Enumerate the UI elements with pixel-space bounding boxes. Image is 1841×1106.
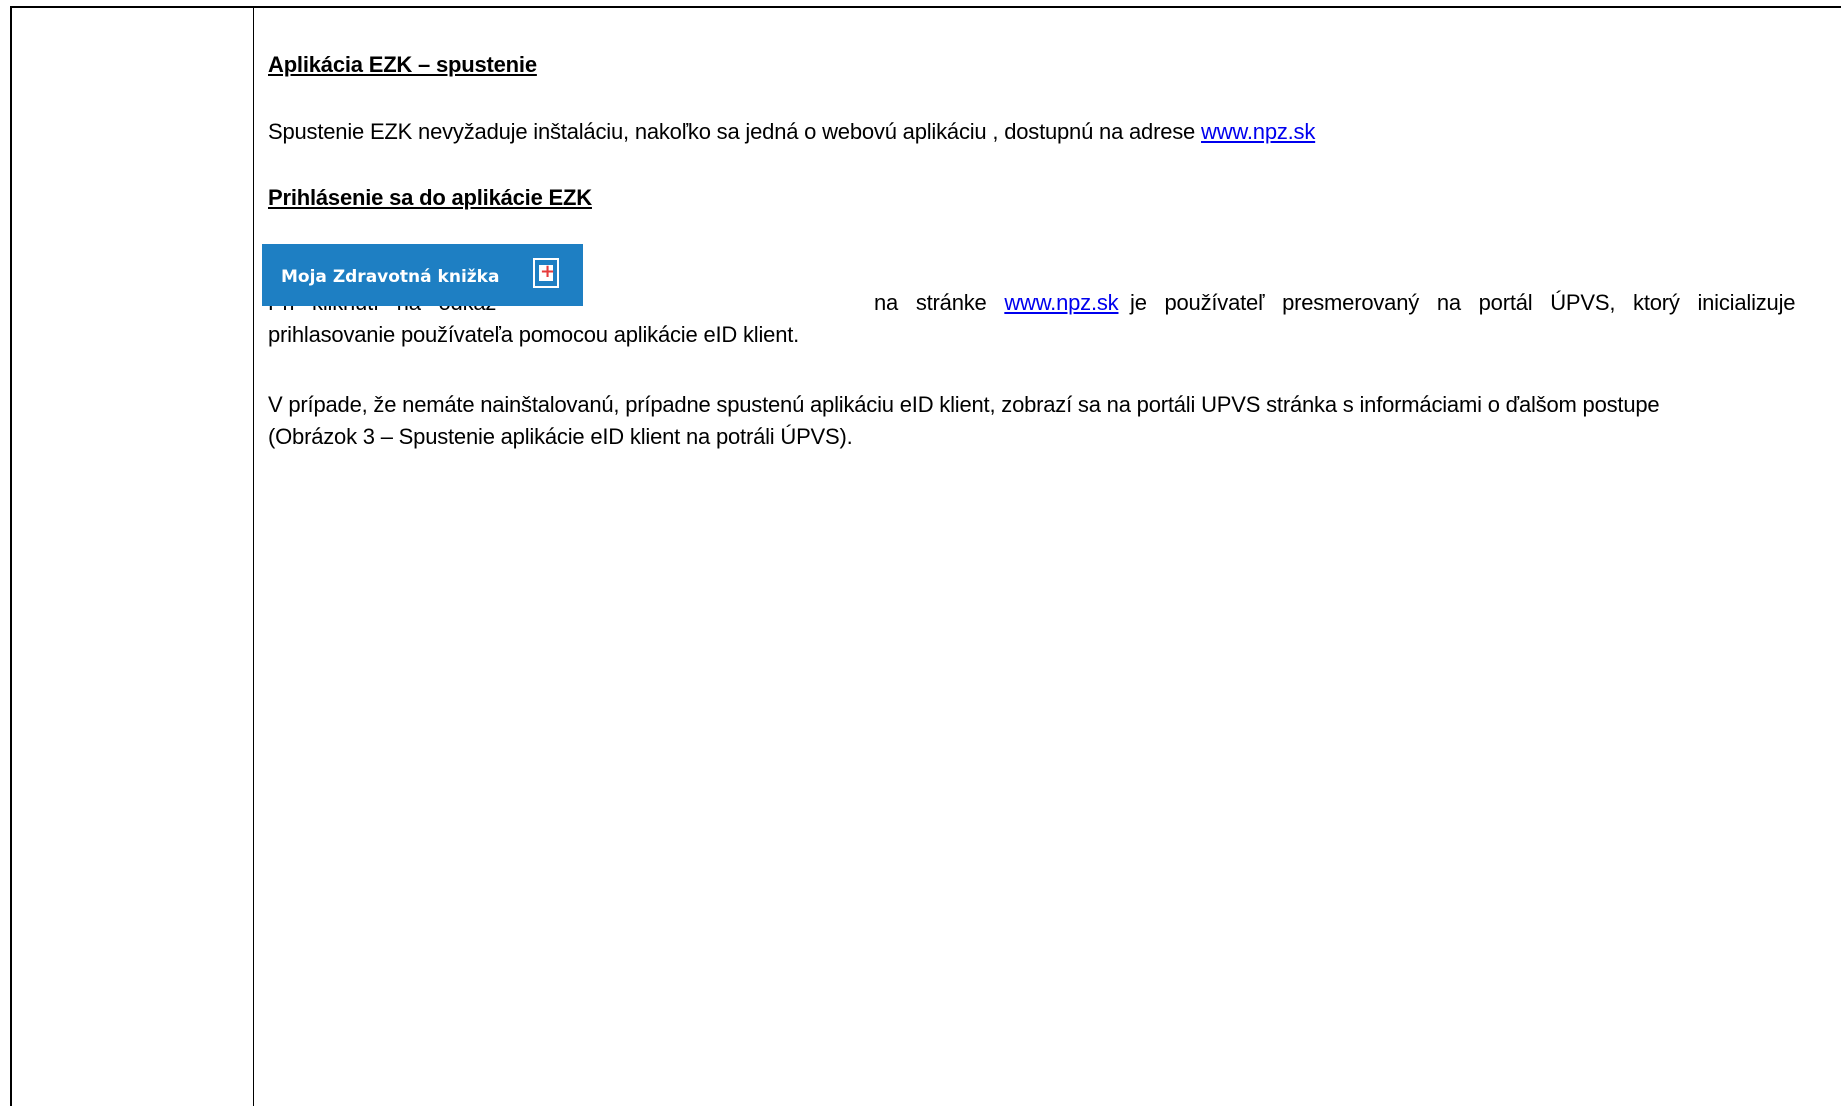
document-table: Aplikácia EZK – spustenie Spustenie EZK … — [10, 6, 1841, 1106]
launch-text: Spustenie EZK nevyžaduje inštaláciu, nak… — [268, 119, 1202, 144]
eid-paragraph-line2: (Obrázok 3 – Spustenie aplikácie eID kli… — [268, 424, 853, 449]
npz-link-2[interactable]: www.npz.sk — [1004, 290, 1118, 315]
npz-link[interactable]: www.npz.sk — [1201, 119, 1315, 144]
section-heading-launch: Aplikácia EZK – spustenie — [268, 52, 537, 77]
login-line1-middle: na stránke www.npz.sk — [874, 290, 1119, 315]
section-heading-login: Prihlásenie sa do aplikácie EZK — [268, 185, 592, 210]
health-book-icon: + — [533, 258, 559, 288]
button-label: Moja Zdravotná knižka — [281, 267, 500, 287]
launch-paragraph: Spustenie EZK nevyžaduje inštaláciu, nak… — [268, 119, 1315, 145]
eid-paragraph-line1: V prípade, že nemáte nainštalovanú, príp… — [268, 392, 1660, 417]
moja-zdravotna-knizka-button[interactable]: Moja Zdravotná knižka + — [262, 244, 583, 306]
left-column-cell — [12, 8, 254, 1106]
login-line2: prihlasovanie používateľa pomocou apliká… — [268, 322, 800, 347]
content-cell: Aplikácia EZK – spustenie Spustenie EZK … — [268, 8, 1841, 1106]
login-line1-end: je používateľ presmerovaný na portál ÚPV… — [1130, 290, 1796, 315]
